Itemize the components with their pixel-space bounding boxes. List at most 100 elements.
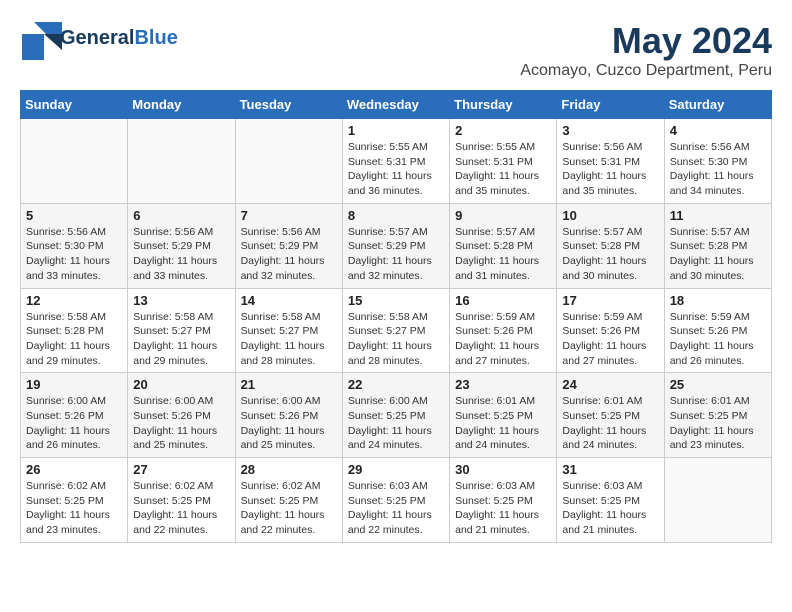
day-number: 6 <box>133 208 229 223</box>
day-cell: 12 Sunrise: 5:58 AM Sunset: 5:28 PM Dayli… <box>21 288 128 373</box>
day-number: 2 <box>455 123 551 138</box>
day-info: Sunrise: 6:01 AM Sunset: 5:25 PM Dayligh… <box>670 394 766 453</box>
day-cell: 13 Sunrise: 5:58 AM Sunset: 5:27 PM Dayli… <box>128 288 235 373</box>
day-number: 21 <box>241 377 337 392</box>
day-cell: 11 Sunrise: 5:57 AM Sunset: 5:28 PM Dayli… <box>664 203 771 288</box>
day-info: Sunrise: 5:56 AM Sunset: 5:31 PM Dayligh… <box>562 140 658 199</box>
day-info: Sunrise: 5:57 AM Sunset: 5:29 PM Dayligh… <box>348 225 444 284</box>
day-info: Sunrise: 6:03 AM Sunset: 5:25 PM Dayligh… <box>562 479 658 538</box>
day-cell <box>128 119 235 204</box>
day-info: Sunrise: 6:03 AM Sunset: 5:25 PM Dayligh… <box>348 479 444 538</box>
logo-icon <box>20 20 56 56</box>
day-header-saturday: Saturday <box>664 91 771 119</box>
day-header-monday: Monday <box>128 91 235 119</box>
day-cell: 18Sunrise: 5:59 AM Sunset: 5:26 PM Dayli… <box>664 288 771 373</box>
day-info: Sunrise: 5:59 AM Sunset: 5:26 PM Dayligh… <box>670 310 766 369</box>
day-number: 16 <box>455 293 551 308</box>
day-cell: 20Sunrise: 6:00 AM Sunset: 5:26 PM Dayli… <box>128 373 235 458</box>
day-cell: 2Sunrise: 5:55 AM Sunset: 5:31 PM Daylig… <box>450 119 557 204</box>
day-info: Sunrise: 5:56 AM Sunset: 5:30 PM Dayligh… <box>26 225 122 284</box>
day-cell: 19 Sunrise: 6:00 AM Sunset: 5:26 PM Dayli… <box>21 373 128 458</box>
day-number: 11 <box>670 208 766 223</box>
day-info: Sunrise: 5:56 AM Sunset: 5:29 PM Dayligh… <box>241 225 337 284</box>
day-number: 31 <box>562 462 658 477</box>
day-info: Sunrise: 5:59 AM Sunset: 5:26 PM Dayligh… <box>455 310 551 369</box>
day-info: Sunrise: 6:00 AM Sunset: 5:26 PM Dayligh… <box>26 394 122 453</box>
day-cell: 4 Sunrise: 5:56 AM Sunset: 5:30 PM Daylig… <box>664 119 771 204</box>
title-block: May 2024 Acomayo, Cuzco Department, Peru <box>520 20 772 80</box>
day-number: 29 <box>348 462 444 477</box>
week-row-3: 12 Sunrise: 5:58 AM Sunset: 5:28 PM Dayli… <box>21 288 772 373</box>
day-number: 4 <box>670 123 766 138</box>
day-info: Sunrise: 6:02 AM Sunset: 5:25 PM Dayligh… <box>241 479 337 538</box>
day-info: Sunrise: 5:58 AM Sunset: 5:27 PM Dayligh… <box>133 310 229 369</box>
day-info: Sunrise: 6:00 AM Sunset: 5:25 PM Dayligh… <box>348 394 444 453</box>
day-number: 7 <box>241 208 337 223</box>
day-info: Sunrise: 5:57 AM Sunset: 5:28 PM Dayligh… <box>670 225 766 284</box>
day-info: Sunrise: 6:03 AM Sunset: 5:25 PM Dayligh… <box>455 479 551 538</box>
subtitle: Acomayo, Cuzco Department, Peru <box>520 62 772 80</box>
day-number: 3 <box>562 123 658 138</box>
day-info: Sunrise: 6:01 AM Sunset: 5:25 PM Dayligh… <box>455 394 551 453</box>
day-info: Sunrise: 5:59 AM Sunset: 5:26 PM Dayligh… <box>562 310 658 369</box>
day-number: 1 <box>348 123 444 138</box>
day-number: 14 <box>241 293 337 308</box>
day-cell: 7 Sunrise: 5:56 AM Sunset: 5:29 PM Daylig… <box>235 203 342 288</box>
logo: GeneralBlue <box>20 20 178 56</box>
day-number: 19 <box>26 377 122 392</box>
day-cell: 22 Sunrise: 6:00 AM Sunset: 5:25 PM Dayli… <box>342 373 449 458</box>
main-title: May 2024 <box>520 20 772 62</box>
day-cell: 21 Sunrise: 6:00 AM Sunset: 5:26 PM Dayli… <box>235 373 342 458</box>
page-header: GeneralBlue May 2024 Acomayo, Cuzco Depa… <box>20 20 772 80</box>
day-cell: 6 Sunrise: 5:56 AM Sunset: 5:29 PM Daylig… <box>128 203 235 288</box>
day-info: Sunrise: 5:56 AM Sunset: 5:29 PM Dayligh… <box>133 225 229 284</box>
day-info: Sunrise: 5:57 AM Sunset: 5:28 PM Dayligh… <box>562 225 658 284</box>
day-info: Sunrise: 5:57 AM Sunset: 5:28 PM Dayligh… <box>455 225 551 284</box>
day-header-thursday: Thursday <box>450 91 557 119</box>
day-number: 17 <box>562 293 658 308</box>
day-info: Sunrise: 5:58 AM Sunset: 5:27 PM Dayligh… <box>241 310 337 369</box>
week-row-4: 19 Sunrise: 6:00 AM Sunset: 5:26 PM Dayli… <box>21 373 772 458</box>
day-cell: 14 Sunrise: 5:58 AM Sunset: 5:27 PM Dayli… <box>235 288 342 373</box>
week-row-2: 5 Sunrise: 5:56 AM Sunset: 5:30 PM Daylig… <box>21 203 772 288</box>
day-info: Sunrise: 6:00 AM Sunset: 5:26 PM Dayligh… <box>133 394 229 453</box>
day-info: Sunrise: 6:00 AM Sunset: 5:26 PM Dayligh… <box>241 394 337 453</box>
logo-text: GeneralBlue <box>60 28 178 48</box>
day-cell: 28Sunrise: 6:02 AM Sunset: 5:25 PM Dayli… <box>235 458 342 543</box>
day-number: 13 <box>133 293 229 308</box>
day-info: Sunrise: 6:02 AM Sunset: 5:25 PM Dayligh… <box>133 479 229 538</box>
day-cell: 24 Sunrise: 6:01 AM Sunset: 5:25 PM Dayli… <box>557 373 664 458</box>
day-cell: 3 Sunrise: 5:56 AM Sunset: 5:31 PM Daylig… <box>557 119 664 204</box>
day-number: 22 <box>348 377 444 392</box>
day-info: Sunrise: 5:58 AM Sunset: 5:27 PM Dayligh… <box>348 310 444 369</box>
day-info: Sunrise: 5:56 AM Sunset: 5:30 PM Dayligh… <box>670 140 766 199</box>
day-cell: 26Sunrise: 6:02 AM Sunset: 5:25 PM Dayli… <box>21 458 128 543</box>
day-header-friday: Friday <box>557 91 664 119</box>
day-cell: 23Sunrise: 6:01 AM Sunset: 5:25 PM Dayli… <box>450 373 557 458</box>
day-number: 24 <box>562 377 658 392</box>
day-cell: 29 Sunrise: 6:03 AM Sunset: 5:25 PM Dayli… <box>342 458 449 543</box>
calendar-table: SundayMondayTuesdayWednesdayThursdayFrid… <box>20 90 772 543</box>
day-cell: 25Sunrise: 6:01 AM Sunset: 5:25 PM Dayli… <box>664 373 771 458</box>
day-info: Sunrise: 6:01 AM Sunset: 5:25 PM Dayligh… <box>562 394 658 453</box>
day-number: 8 <box>348 208 444 223</box>
day-number: 15 <box>348 293 444 308</box>
day-number: 10 <box>562 208 658 223</box>
day-cell: 17 Sunrise: 5:59 AM Sunset: 5:26 PM Dayli… <box>557 288 664 373</box>
day-cell: 30 Sunrise: 6:03 AM Sunset: 5:25 PM Dayli… <box>450 458 557 543</box>
day-cell: 8 Sunrise: 5:57 AM Sunset: 5:29 PM Daylig… <box>342 203 449 288</box>
day-number: 30 <box>455 462 551 477</box>
day-number: 5 <box>26 208 122 223</box>
day-cell: 27Sunrise: 6:02 AM Sunset: 5:25 PM Dayli… <box>128 458 235 543</box>
day-number: 12 <box>26 293 122 308</box>
day-cell: 10 Sunrise: 5:57 AM Sunset: 5:28 PM Dayli… <box>557 203 664 288</box>
day-cell <box>21 119 128 204</box>
day-info: Sunrise: 5:58 AM Sunset: 5:28 PM Dayligh… <box>26 310 122 369</box>
day-header-wednesday: Wednesday <box>342 91 449 119</box>
day-cell: 16 Sunrise: 5:59 AM Sunset: 5:26 PM Dayli… <box>450 288 557 373</box>
day-number: 9 <box>455 208 551 223</box>
day-header-sunday: Sunday <box>21 91 128 119</box>
day-info: Sunrise: 5:55 AM Sunset: 5:31 PM Dayligh… <box>348 140 444 199</box>
day-header-tuesday: Tuesday <box>235 91 342 119</box>
week-row-5: 26Sunrise: 6:02 AM Sunset: 5:25 PM Dayli… <box>21 458 772 543</box>
